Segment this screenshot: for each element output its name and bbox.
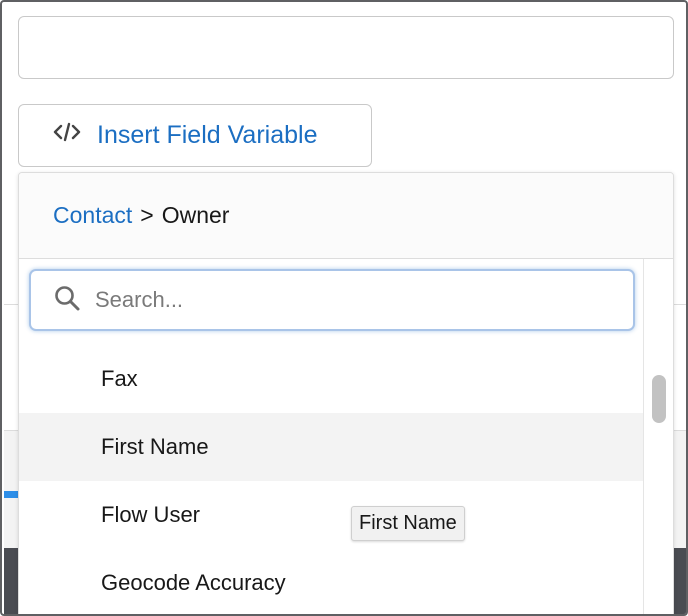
breadcrumb: Contact > Owner bbox=[19, 173, 673, 259]
list-item-label: Fax bbox=[101, 366, 138, 391]
text-input-field[interactable] bbox=[18, 16, 674, 79]
list-item-label: Geocode Accuracy bbox=[101, 570, 286, 595]
list-item-label: Flow User bbox=[101, 502, 201, 527]
field-list: Fax First Name Flow User Geocode Accurac… bbox=[19, 259, 643, 614]
window-frame: Insert Field Variable Contact > Owner Fa… bbox=[0, 0, 688, 616]
list-item[interactable]: Fax bbox=[19, 345, 643, 413]
search-box[interactable] bbox=[29, 269, 635, 331]
list-item[interactable]: Geocode Accuracy bbox=[19, 549, 643, 614]
search-input[interactable] bbox=[95, 287, 615, 313]
breadcrumb-current: Owner bbox=[161, 202, 230, 228]
scrollbar-thumb[interactable] bbox=[652, 375, 666, 423]
field-picker-popup: Contact > Owner Fax First Name bbox=[18, 172, 674, 614]
insert-field-variable-button[interactable]: Insert Field Variable bbox=[18, 104, 372, 167]
list-item[interactable]: First Name bbox=[19, 413, 643, 481]
code-icon bbox=[53, 121, 81, 150]
list-item[interactable]: Flow User bbox=[19, 481, 643, 549]
insert-field-variable-label: Insert Field Variable bbox=[97, 121, 318, 149]
breadcrumb-link-contact[interactable]: Contact bbox=[53, 202, 132, 229]
scrollbar-track[interactable] bbox=[643, 259, 673, 614]
search-icon bbox=[53, 284, 81, 317]
tooltip: First Name bbox=[351, 506, 465, 541]
breadcrumb-separator: > bbox=[140, 202, 154, 228]
list-item-label: First Name bbox=[101, 434, 209, 459]
